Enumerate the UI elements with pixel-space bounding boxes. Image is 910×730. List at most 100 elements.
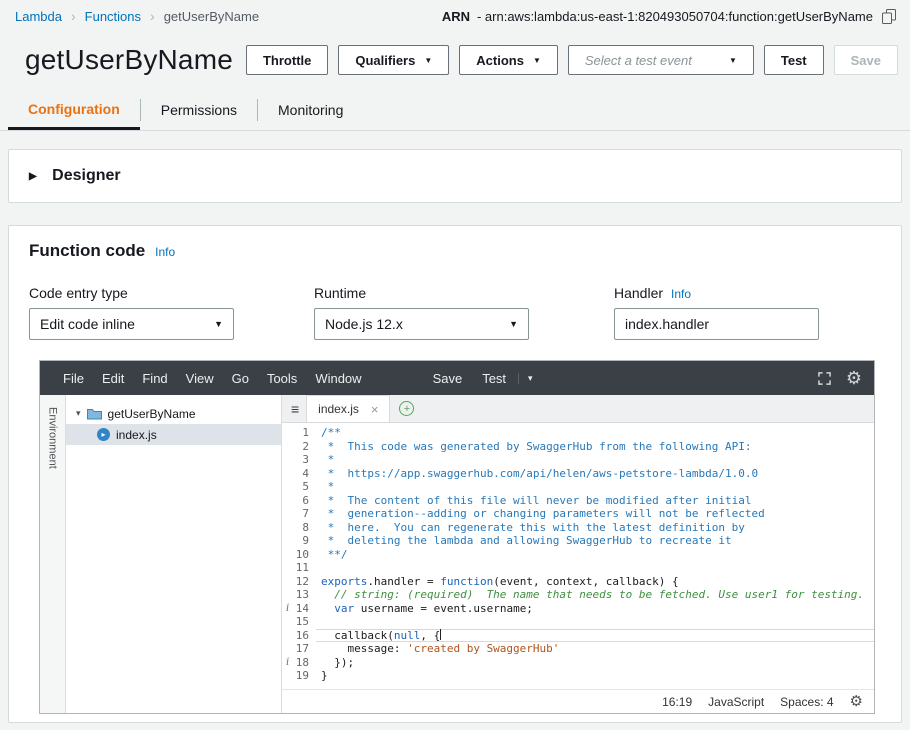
test-event-select[interactable]: Select a test event ▼	[568, 45, 754, 75]
code-line[interactable]: * deleting the lambda and allowing Swagg…	[316, 534, 874, 548]
page-header: getUserByName Throttle Qualifiers ▼ Acti…	[0, 32, 910, 90]
statusbar-gear-icon[interactable]: ⚙	[850, 694, 863, 709]
content: ▶ Designer Function code Info Code entry…	[0, 131, 910, 723]
menu-tools[interactable]: Tools	[258, 371, 306, 386]
gutter-line-number: 17	[282, 642, 316, 656]
qualifiers-button[interactable]: Qualifiers ▼	[338, 45, 449, 75]
designer-panel-title: Designer	[52, 167, 120, 184]
function-code-info-link[interactable]: Info	[155, 245, 175, 259]
fullscreen-icon[interactable]	[818, 372, 831, 385]
code-line[interactable]: * https://app.swaggerhub.com/api/helen/a…	[316, 467, 874, 481]
code-line[interactable]: message: 'created by SwaggerHub'	[316, 642, 874, 656]
tree-file-name: index.js	[116, 428, 157, 442]
tree-folder-row[interactable]: ▾ getUserByName	[66, 403, 281, 424]
cursor-position[interactable]: 16:19	[662, 695, 692, 709]
page-tabs: ConfigurationPermissionsMonitoring	[0, 90, 910, 131]
runtime-select[interactable]: Node.js 12.x ▼	[314, 308, 529, 340]
breadcrumb-item-functions[interactable]: Functions	[85, 9, 141, 24]
code-line[interactable]: * This code was generated by SwaggerHub …	[316, 440, 874, 454]
code-line[interactable]	[316, 561, 874, 575]
menu-view[interactable]: View	[177, 371, 223, 386]
spaces-setting[interactable]: Spaces: 4	[780, 695, 833, 709]
editor-tab-label: index.js	[318, 402, 359, 416]
throttle-button[interactable]: Throttle	[246, 45, 328, 75]
editor-menu-items: FileEditFindViewGoToolsWindow	[54, 371, 371, 386]
code-line[interactable]	[316, 615, 874, 629]
copy-arn-icon[interactable]	[882, 9, 896, 24]
code-line[interactable]: });	[316, 656, 874, 670]
tab-configuration[interactable]: Configuration	[8, 90, 140, 130]
topbar: Lambda›Functions›getUserByName ARN - arn…	[0, 0, 910, 32]
text-cursor	[440, 629, 441, 640]
menu-window[interactable]: Window	[306, 371, 370, 386]
breadcrumb-item-lambda[interactable]: Lambda	[15, 9, 62, 24]
code-entry-type-value: Edit code inline	[40, 316, 135, 332]
editor-statusbar: 16:19 JavaScript Spaces: 4 ⚙	[282, 689, 874, 713]
code-line[interactable]: **/	[316, 548, 874, 562]
code-line[interactable]: }	[316, 669, 874, 683]
code-editor: FileEditFindViewGoToolsWindow Save Test …	[39, 360, 875, 714]
gutter-line-number: 12	[282, 575, 316, 589]
menu-find[interactable]: Find	[133, 371, 176, 386]
menu-file[interactable]: File	[54, 371, 93, 386]
menu-edit[interactable]: Edit	[93, 371, 133, 386]
handler-label-text: Handler	[614, 285, 663, 301]
info-icon: i	[286, 603, 289, 614]
code-settings-fields: Code entry type Edit code inline ▼ Runti…	[29, 285, 881, 340]
code-lines[interactable]: /** * This code was generated by Swagger…	[316, 423, 874, 689]
close-tab-icon[interactable]: ×	[371, 402, 379, 417]
language-mode[interactable]: JavaScript	[708, 695, 764, 709]
gutter-line-number: i18	[282, 656, 316, 670]
code-line[interactable]: * here. You can regenerate this with the…	[316, 521, 874, 535]
code-line[interactable]: * generation--adding or changing paramet…	[316, 507, 874, 521]
editor-tab-indexjs[interactable]: index.js ×	[306, 395, 390, 422]
runtime-field: Runtime Node.js 12.x ▼	[314, 285, 529, 340]
tab-list-icon[interactable]: ≡	[284, 401, 306, 417]
code-line[interactable]: // string: (required) The name that need…	[316, 588, 874, 602]
handler-info-link[interactable]: Info	[671, 287, 691, 301]
function-arn: ARN - arn:aws:lambda:us-east-1:820493050…	[442, 9, 896, 24]
code-line[interactable]: *	[316, 480, 874, 494]
code-entry-type-field: Code entry type Edit code inline ▼	[29, 285, 234, 340]
code-entry-type-select[interactable]: Edit code inline ▼	[29, 308, 234, 340]
gutter-line-number: 13	[282, 588, 316, 602]
code-line[interactable]: /**	[316, 426, 874, 440]
code-line[interactable]: exports.handler = function(event, contex…	[316, 575, 874, 589]
environment-strip[interactable]: Environment	[40, 395, 66, 713]
header-actions: Throttle Qualifiers ▼ Actions ▼ Select a…	[246, 45, 898, 75]
editor-test-caret-icon[interactable]: ▾	[518, 373, 542, 384]
add-tab-icon[interactable]: +	[399, 401, 414, 416]
qualifiers-button-label: Qualifiers	[355, 53, 415, 68]
test-button[interactable]: Test	[764, 45, 824, 75]
handler-label: Handler Info	[614, 285, 819, 301]
gutter-line-number: i14	[282, 602, 316, 616]
javascript-file-icon: ▸	[97, 428, 110, 441]
tab-permissions[interactable]: Permissions	[141, 90, 257, 130]
gutter-line-number: 2	[282, 440, 316, 454]
tree-file-row[interactable]: ▸ index.js	[66, 424, 281, 445]
save-button[interactable]: Save	[834, 45, 898, 75]
code-line[interactable]: callback(null, {	[316, 629, 874, 643]
actions-button[interactable]: Actions ▼	[459, 45, 558, 75]
caret-down-icon: ▼	[214, 319, 223, 329]
gutter-line-number: 16	[282, 629, 316, 643]
editor-gutter: 12345678910111213i14151617i1819	[282, 423, 316, 689]
editor-settings-gear-icon[interactable]: ⚙	[846, 369, 862, 387]
gutter-line-number: 10	[282, 548, 316, 562]
code-line[interactable]: *	[316, 453, 874, 467]
code-line[interactable]: * The content of this file will never be…	[316, 494, 874, 508]
menu-go[interactable]: Go	[223, 371, 258, 386]
tab-monitoring[interactable]: Monitoring	[258, 90, 363, 130]
designer-panel[interactable]: ▶ Designer	[8, 149, 902, 203]
code-line[interactable]: var username = event.username;	[316, 602, 874, 616]
info-icon: i	[286, 657, 289, 668]
editor-test-button[interactable]: Test	[472, 371, 516, 386]
editor-save-button[interactable]: Save	[423, 371, 473, 386]
caret-down-icon: ▼	[533, 56, 541, 65]
gutter-line-number: 3	[282, 453, 316, 467]
function-code-header: Function code Info	[29, 241, 881, 261]
function-code-title: Function code	[29, 241, 145, 261]
handler-input[interactable]	[614, 308, 819, 340]
gutter-line-number: 6	[282, 494, 316, 508]
arn-label: ARN	[442, 9, 470, 24]
